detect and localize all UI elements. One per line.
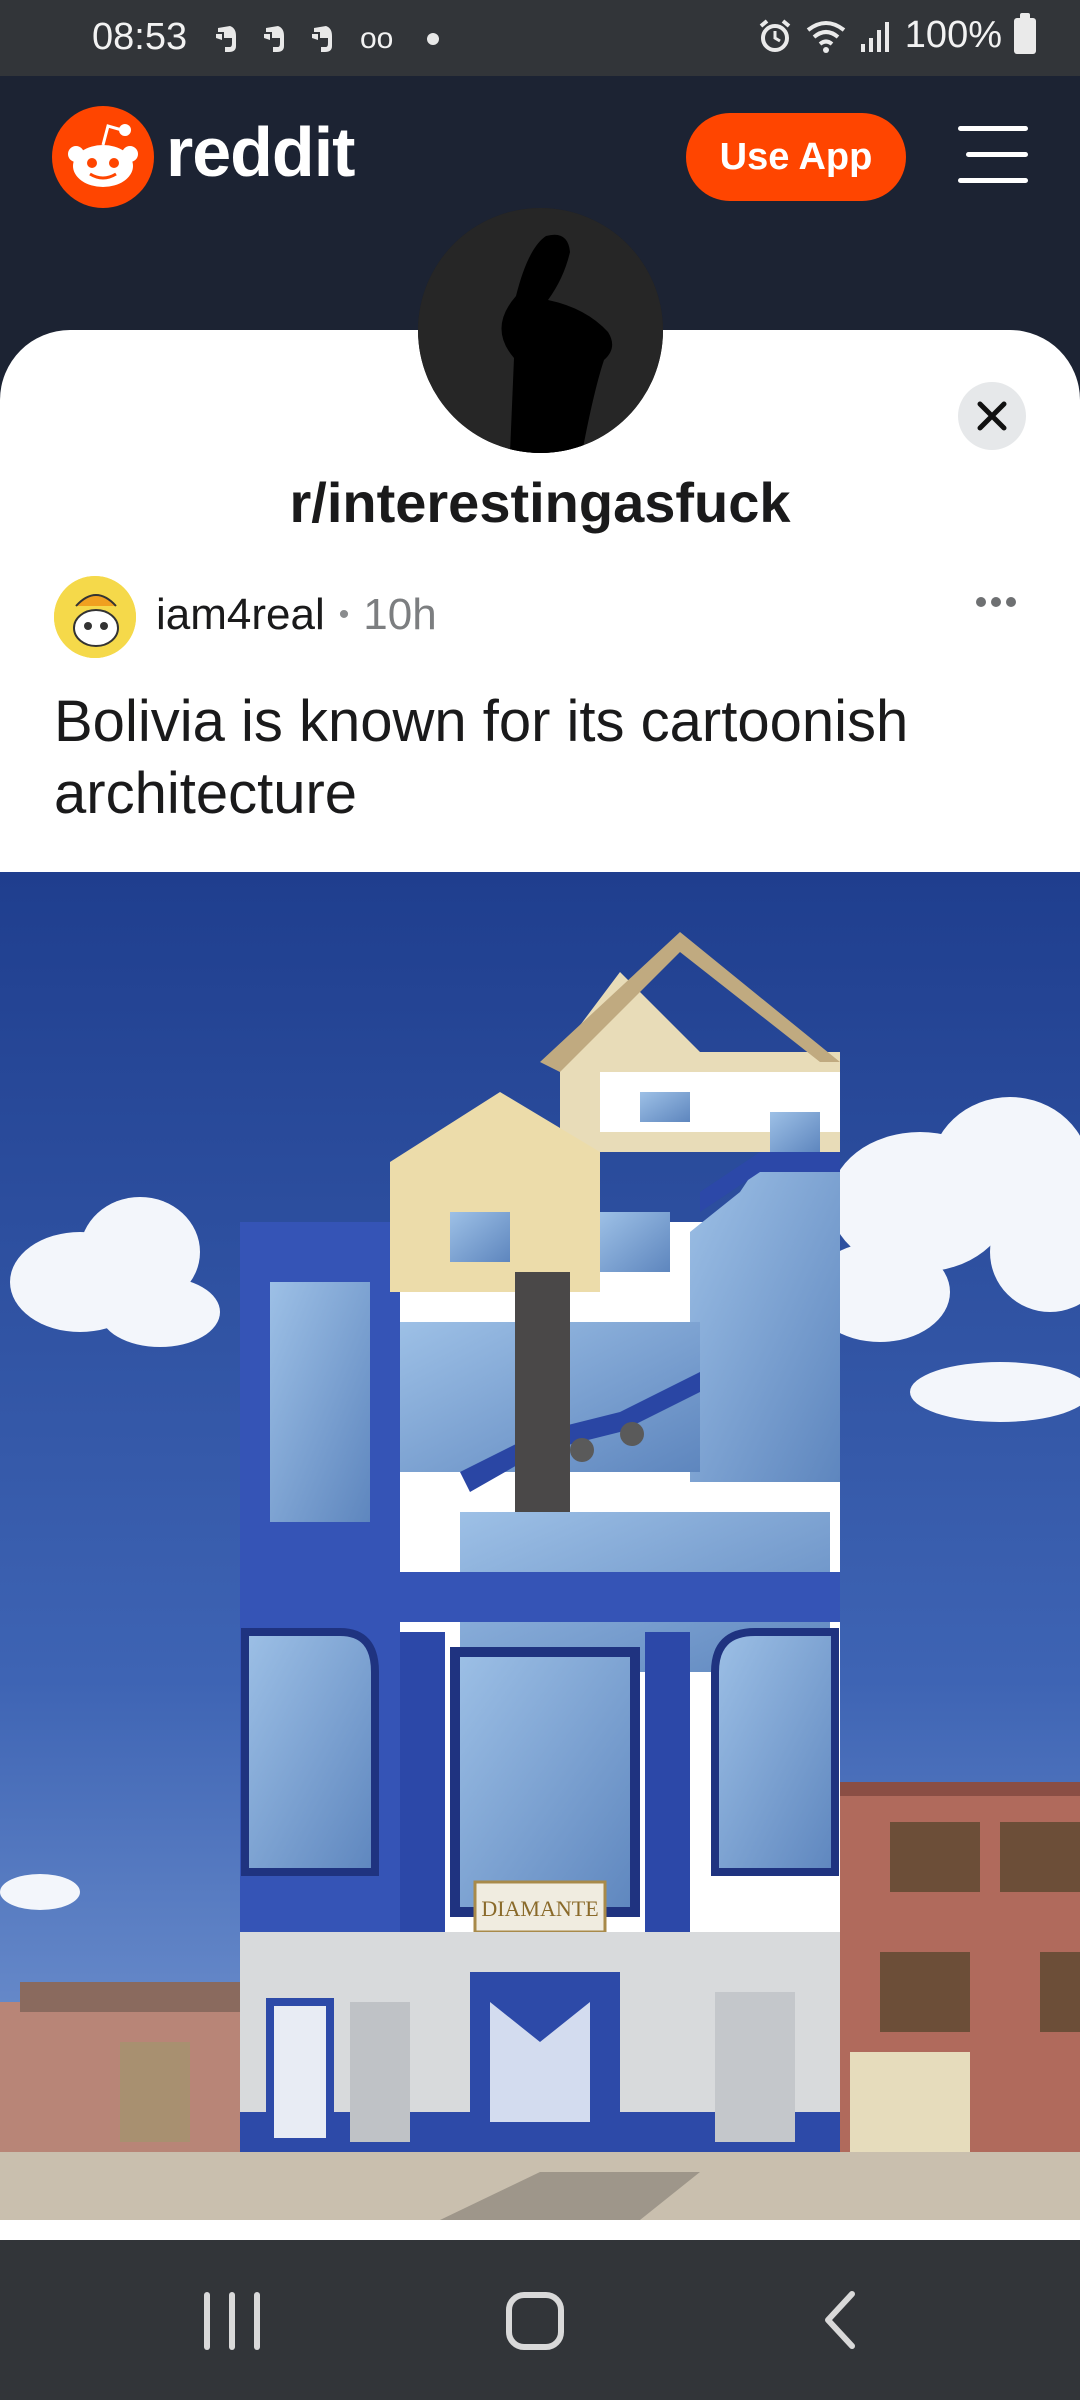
content-divider — [0, 2222, 1080, 2236]
post-image[interactable]: DIAMANTE — [0, 872, 1080, 2220]
close-button[interactable] — [958, 382, 1026, 450]
author-name[interactable]: iam4real — [156, 590, 325, 640]
reddit-wordmark[interactable]: reddit — [166, 112, 355, 192]
battery-percent: 100% — [904, 14, 1002, 56]
more-options-icon[interactable] — [976, 594, 1032, 618]
dot-icon — [427, 33, 440, 45]
evernote-icon — [216, 26, 236, 52]
recents-icon[interactable] — [204, 2292, 260, 2350]
use-app-button[interactable]: Use App — [686, 113, 906, 201]
alarm-icon — [759, 18, 791, 52]
post-age: 10h — [363, 590, 437, 639]
status-time: 08:53 — [92, 16, 188, 58]
author-avatar[interactable] — [54, 576, 136, 658]
building-sign: DIAMANTE — [481, 1896, 598, 1921]
signal-icon — [860, 21, 889, 52]
wifi-icon — [806, 20, 846, 53]
evernote-icon — [312, 26, 332, 52]
back-icon[interactable] — [820, 2290, 860, 2350]
close-icon — [977, 401, 1007, 431]
meta-separator: • — [338, 598, 350, 631]
battery-icon — [1014, 12, 1036, 54]
hamburger-icon[interactable] — [958, 126, 1028, 186]
status-bar: 08:53 oo 100% — [0, 0, 1080, 76]
home-icon[interactable] — [506, 2292, 564, 2350]
community-avatar[interactable] — [418, 208, 663, 453]
system-icons: 100% — [757, 12, 1036, 57]
post-title[interactable]: Bolivia is known for its cartoonish arch… — [54, 686, 1044, 830]
reddit-logo-icon[interactable] — [52, 106, 154, 208]
community-name[interactable]: r/interestingasfuck — [0, 470, 1080, 535]
notification-icons: oo — [212, 22, 440, 56]
post-meta: iam4real • 10h — [156, 590, 437, 640]
voicemail-icon: oo — [360, 22, 394, 55]
navigation-bar — [0, 2240, 1080, 2400]
evernote-icon — [264, 26, 284, 52]
